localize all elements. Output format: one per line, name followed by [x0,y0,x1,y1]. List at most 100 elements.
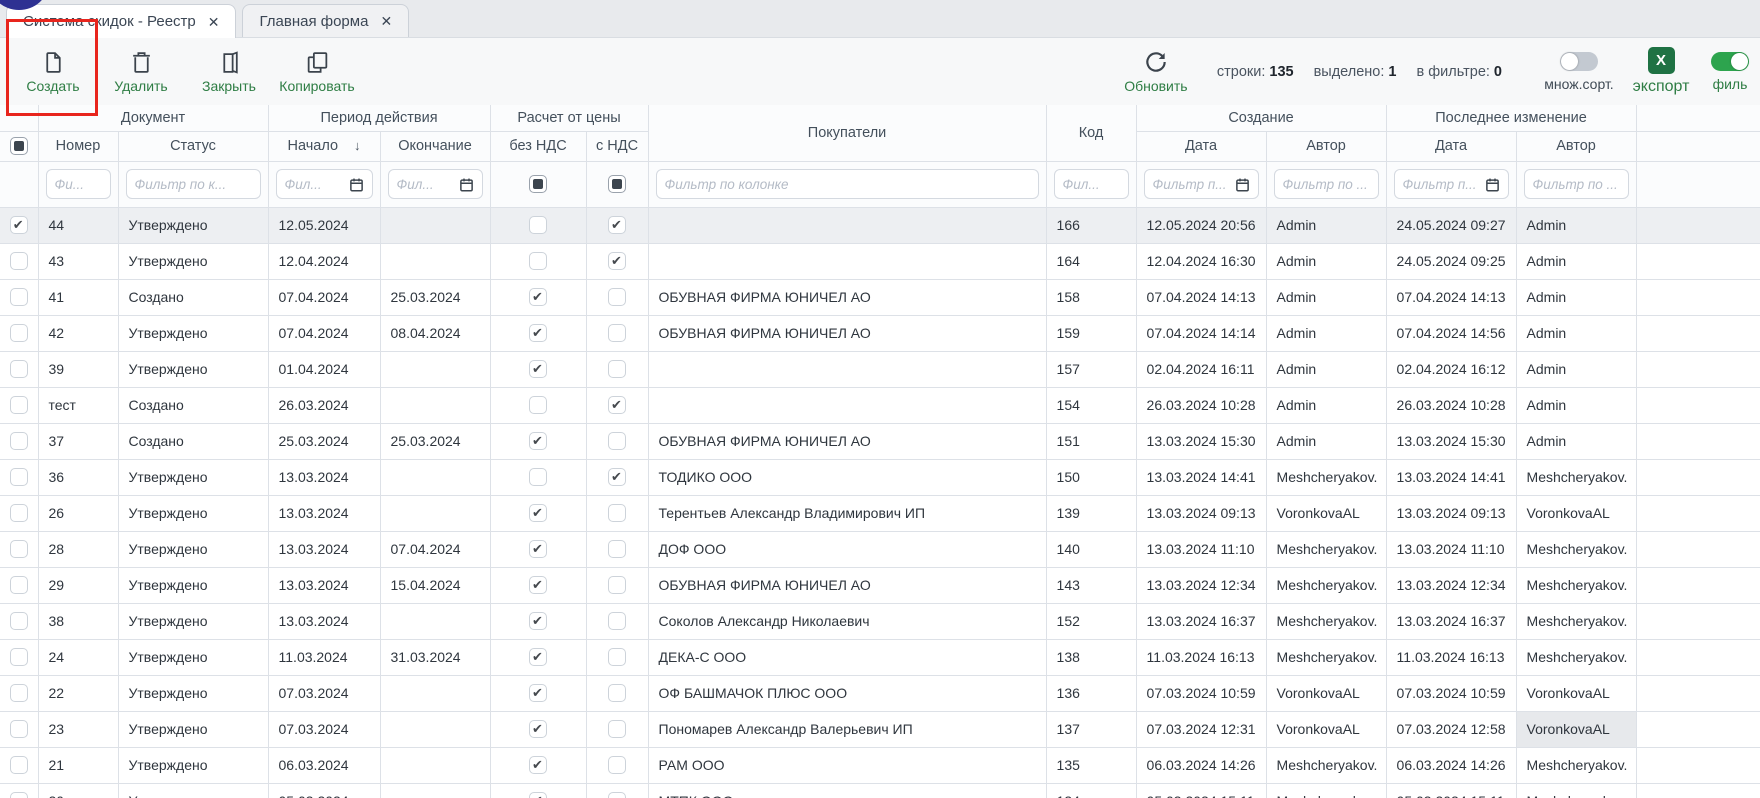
tab-main-form[interactable]: Главная форма ✕ [242,4,409,37]
no-vat-filter-checkbox[interactable] [529,175,547,193]
column-header-start[interactable]: Начало↓ [268,131,380,161]
status-filter-input[interactable] [135,177,252,192]
end-filter-input[interactable] [397,177,455,192]
table-row[interactable]: 26Утверждено13.03.2024Терентьев Александ… [0,495,1760,531]
column-header-modification-date[interactable]: Дата [1386,131,1516,161]
no-vat-checkbox[interactable] [529,648,547,666]
no-vat-checkbox[interactable] [529,468,547,486]
column-header-modification-author[interactable]: Автор [1516,131,1636,161]
table-row[interactable]: 22Утверждено07.03.2024ОФ БАШМАЧОК ПЛЮС О… [0,675,1760,711]
select-all-checkbox[interactable] [10,137,28,155]
row-select-checkbox[interactable] [10,432,28,450]
table-row[interactable]: 23Утверждено07.03.2024Пономарев Александ… [0,711,1760,747]
row-select-checkbox[interactable] [10,504,28,522]
with-vat-checkbox[interactable] [608,396,626,414]
row-select-checkbox[interactable] [10,684,28,702]
calendar-icon[interactable] [1235,177,1250,192]
close-icon[interactable]: ✕ [208,15,220,29]
table-row[interactable]: 38Утверждено13.03.2024Соколов Александр … [0,603,1760,639]
table-row[interactable]: 29Утверждено13.03.202415.04.2024ОБУВНАЯ … [0,567,1760,603]
table-row[interactable]: 24Утверждено11.03.202431.03.2024ДЕКА-С О… [0,639,1760,675]
no-vat-checkbox[interactable] [529,252,547,270]
with-vat-checkbox[interactable] [608,540,626,558]
with-vat-checkbox[interactable] [608,648,626,666]
no-vat-checkbox[interactable] [529,288,547,306]
with-vat-checkbox[interactable] [608,432,626,450]
no-vat-checkbox[interactable] [529,792,547,798]
no-vat-checkbox[interactable] [529,720,547,738]
table-row[interactable]: 20Утверждено05.03.2024МТПК ООО13405.03.2… [0,783,1760,798]
row-select-checkbox[interactable] [10,648,28,666]
no-vat-checkbox[interactable] [529,612,547,630]
with-vat-checkbox[interactable] [608,360,626,378]
row-select-checkbox[interactable] [10,540,28,558]
no-vat-checkbox[interactable] [529,684,547,702]
with-vat-checkbox[interactable] [608,216,626,234]
with-vat-checkbox[interactable] [608,252,626,270]
table-row[interactable]: тестСоздано26.03.202415426.03.2024 10:28… [0,387,1760,423]
row-select-checkbox[interactable] [10,252,28,270]
row-select-checkbox[interactable] [10,612,28,630]
column-header-number[interactable]: Номер [38,131,118,161]
row-select-checkbox[interactable] [10,216,28,234]
excel-export-icon[interactable]: X [1648,47,1675,74]
table-row[interactable]: 28Утверждено13.03.202407.04.2024ДОФ ООО1… [0,531,1760,567]
close-button[interactable]: Закрыть [190,38,268,105]
table-row[interactable]: 21Утверждено06.03.2024РАМ ООО13506.03.20… [0,747,1760,783]
calendar-icon[interactable] [349,177,364,192]
no-vat-checkbox[interactable] [529,504,547,522]
refresh-button[interactable]: Обновить [1113,49,1199,94]
with-vat-checkbox[interactable] [608,468,626,486]
filter-toggle[interactable] [1711,52,1749,71]
with-vat-filter-checkbox[interactable] [608,175,626,193]
no-vat-checkbox[interactable] [529,540,547,558]
with-vat-checkbox[interactable] [608,756,626,774]
with-vat-checkbox[interactable] [608,792,626,798]
table-row[interactable]: 36Утверждено13.03.2024ТОДИКО ООО15013.03… [0,459,1760,495]
no-vat-checkbox[interactable] [529,360,547,378]
copy-button[interactable]: Копировать [278,38,356,105]
no-vat-checkbox[interactable] [529,756,547,774]
column-header-no-vat[interactable]: без НДС [490,131,586,161]
creation-author-filter-input[interactable] [1283,177,1370,192]
table-row[interactable]: 37Создано25.03.202425.03.2024ОБУВНАЯ ФИР… [0,423,1760,459]
with-vat-checkbox[interactable] [608,504,626,522]
calendar-icon[interactable] [459,177,474,192]
no-vat-checkbox[interactable] [529,216,547,234]
with-vat-checkbox[interactable] [608,576,626,594]
delete-button[interactable]: Удалить [102,38,180,105]
table-row[interactable]: 42Утверждено07.04.202408.04.2024ОБУВНАЯ … [0,315,1760,351]
column-header-with-vat[interactable]: с НДС [586,131,648,161]
creation-date-filter-input[interactable] [1153,177,1231,192]
table-row[interactable]: 41Создано07.04.202425.03.2024ОБУВНАЯ ФИР… [0,279,1760,315]
modification-date-filter-input[interactable] [1403,177,1481,192]
no-vat-checkbox[interactable] [529,396,547,414]
row-select-checkbox[interactable] [10,396,28,414]
buyers-filter-input[interactable] [665,177,1030,192]
with-vat-checkbox[interactable] [608,720,626,738]
table-row[interactable]: 39Утверждено01.04.202415702.04.2024 16:1… [0,351,1760,387]
row-select-checkbox[interactable] [10,468,28,486]
row-select-checkbox[interactable] [10,360,28,378]
row-select-checkbox[interactable] [10,576,28,594]
column-header-buyers[interactable]: Покупатели [648,105,1046,161]
with-vat-checkbox[interactable] [608,684,626,702]
row-select-checkbox[interactable] [10,288,28,306]
close-icon[interactable]: ✕ [380,14,392,28]
row-select-checkbox[interactable] [10,324,28,342]
no-vat-checkbox[interactable] [529,576,547,594]
no-vat-checkbox[interactable] [529,324,547,342]
multisort-toggle[interactable] [1560,52,1598,71]
with-vat-checkbox[interactable] [608,288,626,306]
column-header-status[interactable]: Статус [118,131,268,161]
row-select-checkbox[interactable] [10,756,28,774]
column-header-code[interactable]: Код [1046,105,1136,161]
create-button[interactable]: Создать [14,38,92,105]
row-select-checkbox[interactable] [10,792,28,798]
with-vat-checkbox[interactable] [608,612,626,630]
column-header-creation-date[interactable]: Дата [1136,131,1266,161]
modification-author-filter-input[interactable] [1533,177,1620,192]
no-vat-checkbox[interactable] [529,432,547,450]
code-filter-input[interactable] [1063,177,1120,192]
column-header-creation-author[interactable]: Автор [1266,131,1386,161]
